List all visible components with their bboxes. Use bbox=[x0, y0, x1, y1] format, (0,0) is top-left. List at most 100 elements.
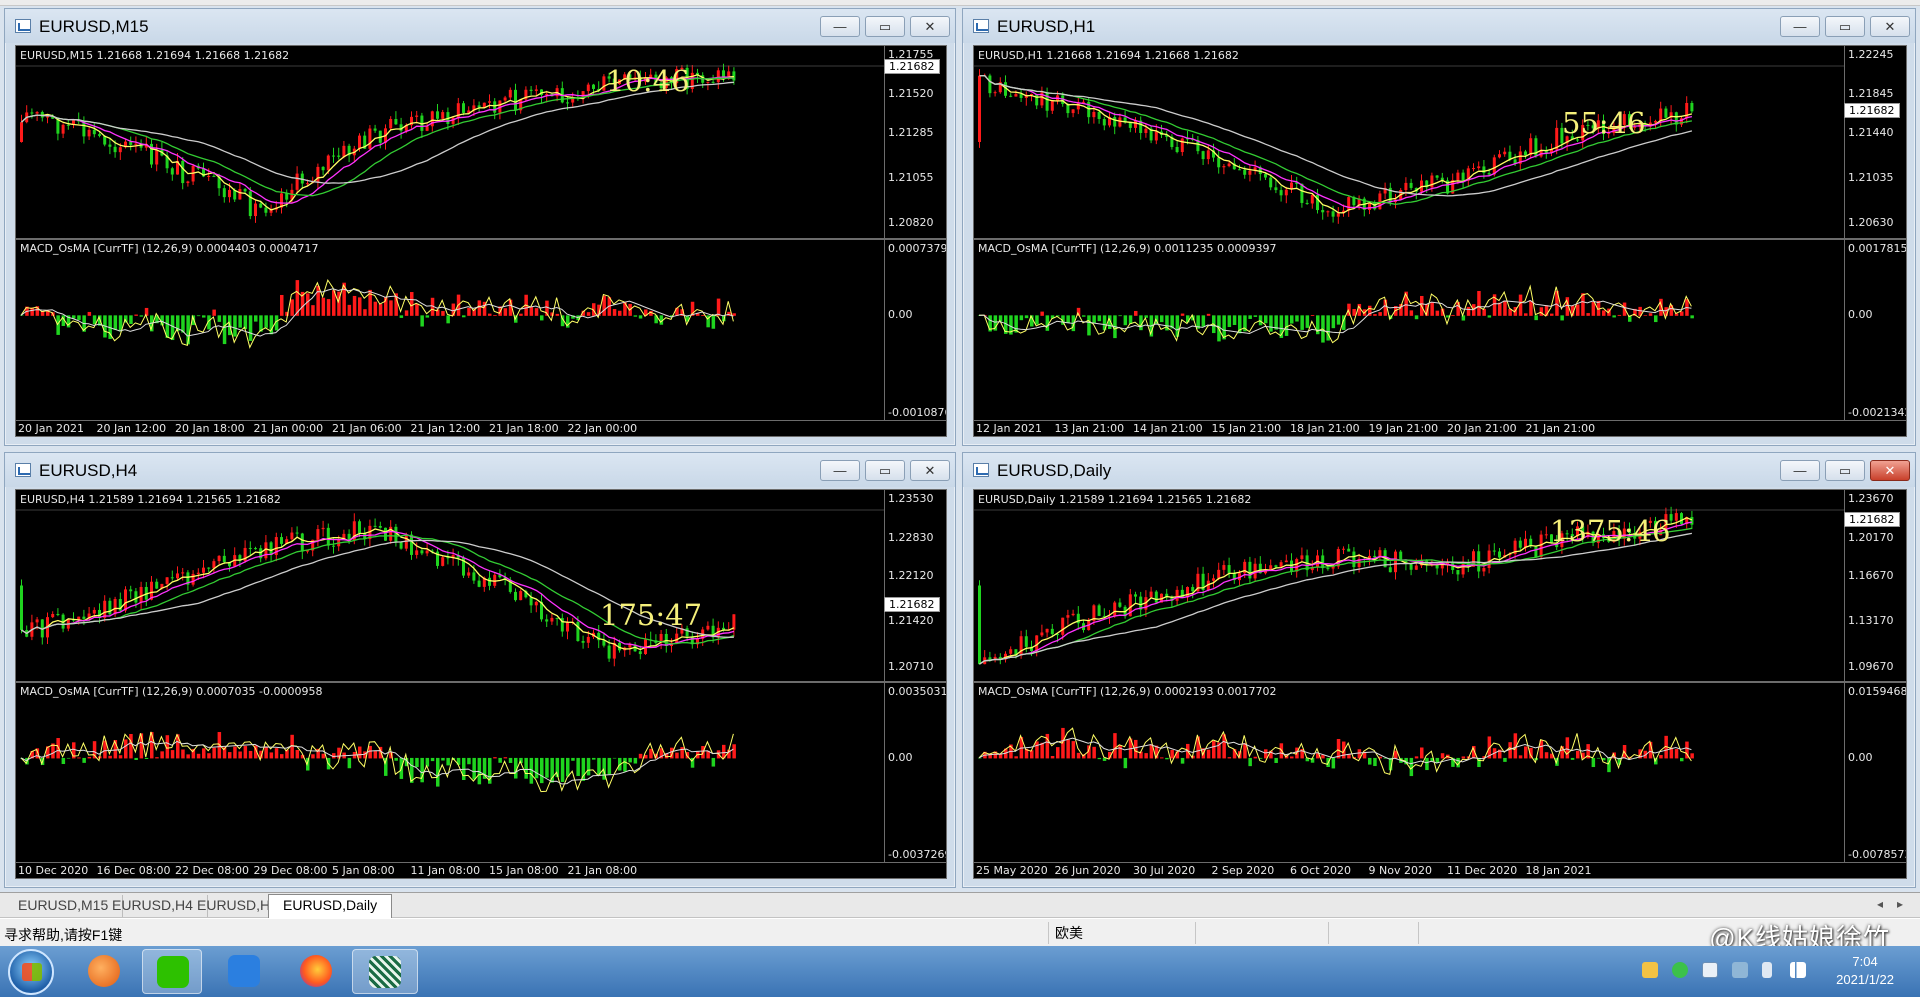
macd-histogram-bar bbox=[1024, 315, 1029, 319]
security-tray-icon[interactable] bbox=[1702, 962, 1718, 978]
taskbar-app-wechat[interactable] bbox=[142, 949, 202, 994]
window-titlebar[interactable]: EURUSD,Daily — ▭ ✕ bbox=[963, 453, 1915, 487]
macd-tick-label: -0.0010876 bbox=[888, 406, 947, 419]
close-button[interactable]: ✕ bbox=[910, 460, 950, 481]
chart-window-0[interactable]: EURUSD,M15 — ▭ ✕ EURUSD,M15 1.21668 1.21694 … bbox=[4, 8, 956, 446]
chart-canvas[interactable]: EURUSD,Daily 1.21589 1.21694 1.21565 1.2… bbox=[973, 489, 1907, 879]
maximize-button[interactable]: ▭ bbox=[865, 460, 905, 481]
candle-body bbox=[534, 601, 538, 606]
macd-histogram-bar bbox=[1160, 315, 1164, 323]
maximize-button[interactable]: ▭ bbox=[1825, 16, 1865, 37]
time-tick-label: 29 Dec 08:00 bbox=[253, 864, 328, 877]
volume-icon[interactable] bbox=[1762, 962, 1772, 978]
status-segment bbox=[1328, 922, 1418, 944]
wechat-tray-icon[interactable] bbox=[1672, 962, 1688, 978]
close-button[interactable]: ✕ bbox=[1870, 16, 1910, 37]
macd-histogram-bar bbox=[248, 750, 253, 759]
taskbar-app-trading-terminal[interactable] bbox=[352, 949, 418, 994]
signal-icon[interactable] bbox=[1790, 962, 1806, 978]
candle-body bbox=[1498, 154, 1501, 158]
candle-body bbox=[56, 118, 60, 134]
candle-body bbox=[176, 573, 179, 579]
candle-body bbox=[113, 599, 117, 615]
macd-tick-label: -0.0037269 bbox=[888, 848, 947, 861]
tab-eurusd-daily[interactable]: EURUSD,Daily bbox=[268, 894, 393, 918]
network-tray-icon[interactable] bbox=[1642, 962, 1658, 978]
price-tick-label: 1.21285 bbox=[888, 125, 934, 139]
macd-histogram-bar bbox=[1118, 315, 1122, 317]
candle-body bbox=[248, 547, 252, 549]
chart-window-1[interactable]: EURUSD,H1 — ▭ ✕ EURUSD,H1 1.21668 1.21694 1.… bbox=[962, 8, 1916, 446]
window-titlebar[interactable]: EURUSD,M15 — ▭ ✕ bbox=[5, 9, 955, 43]
minimize-button[interactable]: — bbox=[820, 16, 860, 37]
macd-histogram-bar bbox=[1498, 302, 1502, 316]
macd-histogram-bar bbox=[1206, 749, 1211, 759]
candle-body bbox=[1310, 194, 1314, 204]
status-profile: 欧美 bbox=[1048, 922, 1178, 944]
taskbar-app-foxmail[interactable] bbox=[74, 949, 134, 994]
minimize-button[interactable]: — bbox=[1780, 16, 1820, 37]
macd-histogram-bar bbox=[1227, 757, 1232, 759]
macd-histogram-bar bbox=[1544, 752, 1549, 759]
start-button[interactable] bbox=[8, 949, 54, 995]
candle-body bbox=[1009, 95, 1013, 97]
macd-histogram-bar bbox=[1487, 315, 1492, 318]
minimize-button[interactable]: — bbox=[820, 460, 860, 481]
macd-histogram-bar bbox=[446, 315, 450, 324]
macd-histogram-bar bbox=[1045, 315, 1050, 331]
chart-canvas[interactable]: EURUSD,H4 1.21589 1.21694 1.21565 1.2168… bbox=[15, 489, 947, 879]
chart-window-2[interactable]: EURUSD,H4 — ▭ ✕ EURUSD,H4 1.21589 1.21694 1.… bbox=[4, 452, 956, 888]
taskbar-clock[interactable]: 7:04 2021/1/22 bbox=[1836, 953, 1894, 989]
tab-scroll-right-icon[interactable]: ▸ bbox=[1897, 897, 1903, 911]
macd-histogram-bar bbox=[680, 747, 684, 759]
macd-tick-label: 0.00 bbox=[888, 308, 913, 322]
price-tick-label: 1.20710 bbox=[888, 659, 934, 673]
chart-canvas[interactable]: EURUSD,H1 1.21668 1.21694 1.21668 1.2168… bbox=[973, 45, 1907, 437]
close-button[interactable]: ✕ bbox=[1870, 460, 1910, 481]
chart-canvas[interactable]: EURUSD,M15 1.21668 1.21694 1.21668 1.216… bbox=[15, 45, 947, 437]
tab-scroll-left-icon[interactable]: ◂ bbox=[1877, 897, 1883, 911]
macd-histogram-bar bbox=[1643, 315, 1648, 316]
macd-histogram-bar bbox=[633, 757, 638, 764]
macd-histogram-bar bbox=[1076, 752, 1081, 759]
window-titlebar[interactable]: EURUSD,H4 — ▭ ✕ bbox=[5, 453, 955, 487]
maximize-button[interactable]: ▭ bbox=[865, 16, 905, 37]
candle-body bbox=[508, 89, 512, 98]
maximize-button[interactable]: ▭ bbox=[1825, 460, 1865, 481]
candle-body bbox=[1035, 94, 1039, 106]
macd-histogram-bar bbox=[129, 315, 133, 324]
minimize-button[interactable]: — bbox=[1780, 460, 1820, 481]
macd-histogram-bar bbox=[1290, 756, 1294, 759]
candle-body bbox=[711, 81, 715, 83]
macd-histogram-bar bbox=[228, 752, 232, 759]
candle-body bbox=[441, 557, 445, 566]
chart-window-3[interactable]: EURUSD,Daily — ▭ ✕ EURUSD,Daily 1.21589 1.21… bbox=[962, 452, 1916, 888]
macd-histogram-bar bbox=[1414, 756, 1419, 759]
macd-histogram-bar bbox=[586, 312, 591, 316]
window-titlebar[interactable]: EURUSD,H1 — ▭ ✕ bbox=[963, 9, 1915, 43]
candle-body bbox=[602, 76, 606, 91]
macd-histogram-bar bbox=[1253, 315, 1258, 317]
macd-histogram-bar bbox=[1035, 315, 1039, 325]
bar-countdown-timer: 1375:46 bbox=[1550, 514, 1671, 548]
candle-body bbox=[493, 574, 497, 586]
macd-histogram-bar bbox=[1295, 315, 1299, 322]
macd-histogram-bar bbox=[1264, 749, 1268, 759]
candle-body bbox=[1529, 138, 1533, 156]
flag-tray-icon[interactable] bbox=[1732, 962, 1748, 978]
current-price-tag: 1.21682 bbox=[1844, 103, 1900, 118]
macd-histogram-bar bbox=[326, 299, 331, 316]
macd-histogram-bar bbox=[508, 757, 513, 763]
candle-body bbox=[706, 625, 710, 630]
candle-body bbox=[1201, 151, 1205, 160]
candle-body bbox=[134, 143, 138, 145]
macd-histogram-bar bbox=[186, 754, 190, 759]
taskbar-app-feishu[interactable] bbox=[214, 949, 274, 994]
macd-info-label: MACD_OsMA [CurrTF] (12,26,9) 0.0011235 0… bbox=[978, 242, 1277, 255]
candle-body bbox=[1352, 551, 1356, 568]
taskbar-app-firefox[interactable] bbox=[286, 949, 346, 994]
close-button[interactable]: ✕ bbox=[910, 16, 950, 37]
candle-body bbox=[1227, 565, 1231, 573]
macd-histogram-bar bbox=[529, 306, 534, 316]
macd-histogram-bar bbox=[430, 757, 435, 762]
